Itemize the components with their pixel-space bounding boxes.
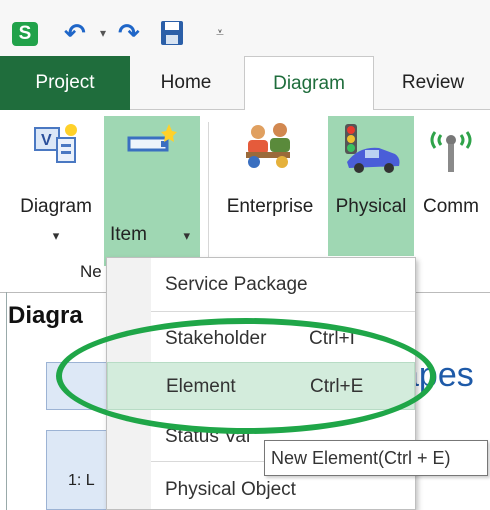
customize-icon[interactable]: ⩡ [216,22,232,42]
enterprise-icon [242,122,298,175]
redo-icon[interactable]: ↷ [118,20,148,48]
tab-home[interactable]: Home [130,56,242,110]
menu-item-label: Service Package [165,274,308,295]
tooltip: New Element(Ctrl + E) [264,440,488,476]
menu-divider [151,311,415,312]
shape-label: 1: L [68,472,95,489]
annotation-ellipse [56,318,436,434]
svg-text:V: V [41,132,52,149]
ribbon-divider [208,122,209,272]
diagram-button[interactable]: V Diagram ▾ [10,116,102,256]
physical-icon [339,122,403,183]
app-icon[interactable]: S [12,22,38,46]
diagram-label: Diagram [20,196,92,217]
ribbon-group-label: Ne [80,262,102,281]
antenna-icon [425,122,477,179]
physical-button[interactable]: Physical [328,116,414,256]
new-item-icon [127,122,177,167]
item-button[interactable]: Item ▾ [104,116,200,266]
dropdown-arrow-icon: ▾ [52,228,60,243]
dropdown-arrow-icon: ▾ [183,228,190,243]
dropdown-arrow-icon[interactable]: ▾ [100,23,112,43]
save-icon[interactable] [160,20,184,46]
quick-access-toolbar: S ↶ ▾ ↷ ⩡ [0,0,490,56]
enterprise-button[interactable]: Enterprise [216,116,324,256]
pane-title: Diagra [8,302,83,329]
undo-icon[interactable]: ↶ [64,20,94,48]
tab-review[interactable]: Review [376,56,490,110]
menu-item-service-package[interactable]: Service Package [107,261,415,309]
comm-button[interactable]: Comm [416,116,486,256]
physical-label: Physical [335,196,407,217]
tab-project[interactable]: Project [0,56,130,110]
comm-label: Comm [423,196,479,217]
ribbon-tabs: Project Home Diagram Review [0,56,490,111]
tab-diagram[interactable]: Diagram [244,56,374,111]
diagram-icon: V [33,122,79,173]
enterprise-label: Enterprise [226,196,314,217]
